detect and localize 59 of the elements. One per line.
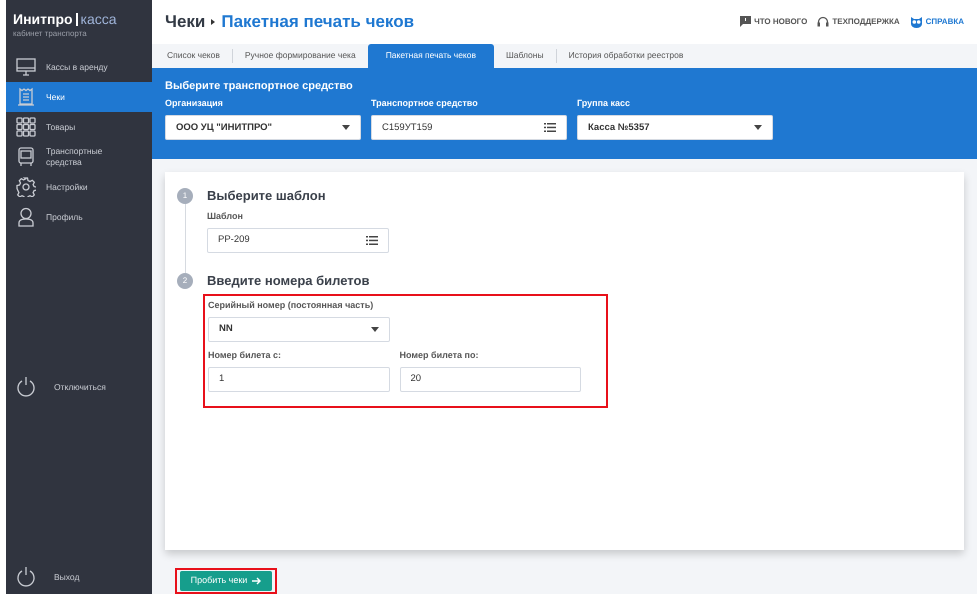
tab[interactable]: История обработки реестров <box>556 44 696 68</box>
input-field[interactable]: 20 <box>400 367 581 392</box>
sidebar-item[interactable]: Кассы в аренду <box>6 52 152 82</box>
caret-icon <box>754 125 762 130</box>
page-title: Пакетная печать чеков <box>221 11 414 34</box>
field-label: Шаблон <box>207 212 244 221</box>
monitor-icon <box>16 57 36 77</box>
brand-product: касса <box>80 12 117 26</box>
headset-icon <box>817 16 830 28</box>
header-link[interactable]: ТЕХПОДДЕРЖКА <box>832 16 900 28</box>
field-label: Организация <box>165 99 224 108</box>
sidebar-item[interactable]: Профиль <box>6 202 152 232</box>
sidebar-item[interactable]: Транспортные средства <box>6 142 152 172</box>
brand-divider <box>76 12 78 26</box>
field-label: Группа касс <box>577 99 632 108</box>
dropdown-field[interactable]: Касса №5357 <box>577 115 773 140</box>
bus-icon <box>16 147 36 167</box>
power-icon <box>16 566 36 588</box>
tab[interactable]: Ручное формирование чека <box>232 44 368 68</box>
field-label: Номер билета с: <box>208 351 282 360</box>
breadcrumb-parent[interactable]: Чеки <box>165 9 206 35</box>
step-number: 1 <box>177 188 193 204</box>
chevron-icon <box>211 18 216 25</box>
panel-title: Выберите транспортное средство <box>165 78 354 94</box>
field-label: Серийный номер (постоянная часть) <box>208 301 374 310</box>
tab[interactable]: Пакетная печать чеков <box>368 44 494 68</box>
step-title: Введите номера билетов <box>207 273 370 289</box>
list-icon <box>544 123 556 132</box>
sidebar-item[interactable]: Чеки <box>6 82 152 112</box>
receipt-icon <box>16 87 36 107</box>
list-icon <box>366 236 378 245</box>
dropdown-field[interactable]: ООО УЦ "ИНИТПРО" <box>165 115 361 140</box>
caret-icon <box>342 125 350 130</box>
disconnect-item[interactable]: Отключиться <box>6 372 152 402</box>
brand-name: Инитпро <box>13 12 73 26</box>
input-field[interactable]: PP-209 <box>207 228 389 253</box>
owl-icon <box>910 16 923 28</box>
step-number: 2 <box>177 273 193 289</box>
header-link[interactable]: СПРАВКА <box>926 16 964 28</box>
field-label: Транспортное средство <box>371 99 479 108</box>
user-icon <box>16 207 36 227</box>
settings-icon <box>16 177 36 197</box>
tab[interactable]: Шаблоны <box>494 44 556 68</box>
sidebar-item[interactable]: Настройки <box>6 172 152 202</box>
step-title: Выберите шаблон <box>207 188 327 204</box>
grid-icon <box>16 117 36 137</box>
logout-item[interactable]: Выход <box>6 562 152 592</box>
arrow-right-icon <box>252 577 262 585</box>
brand-subtitle: кабинет транспорта <box>13 28 88 40</box>
input-field[interactable]: 1 <box>208 367 390 392</box>
caret-icon <box>371 327 379 332</box>
chat-icon <box>740 16 752 28</box>
tab[interactable]: Список чеков <box>155 44 232 68</box>
input-field[interactable]: С159УТ159 <box>371 115 567 140</box>
sidebar-item[interactable]: Товары <box>6 112 152 142</box>
power-icon <box>16 376 36 398</box>
dropdown-field[interactable]: NN <box>208 317 390 342</box>
header-link[interactable]: ЧТО НОВОГО <box>754 16 808 28</box>
field-label: Номер билета по: <box>400 351 480 360</box>
